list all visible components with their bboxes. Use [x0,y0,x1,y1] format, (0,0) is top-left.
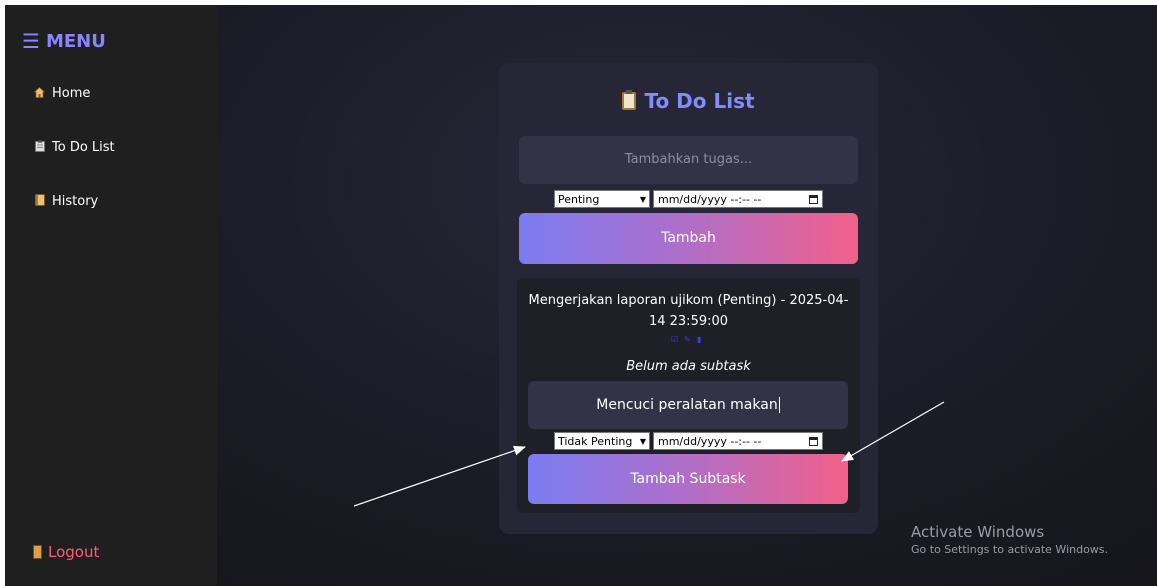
annotation-arrows [353,401,945,507]
arrow-to-subtask-date [841,401,945,462]
app-window: ☰ MENU Home To Do List History Logout To… [5,5,1157,586]
arrow-to-subtask-priority [353,445,526,507]
